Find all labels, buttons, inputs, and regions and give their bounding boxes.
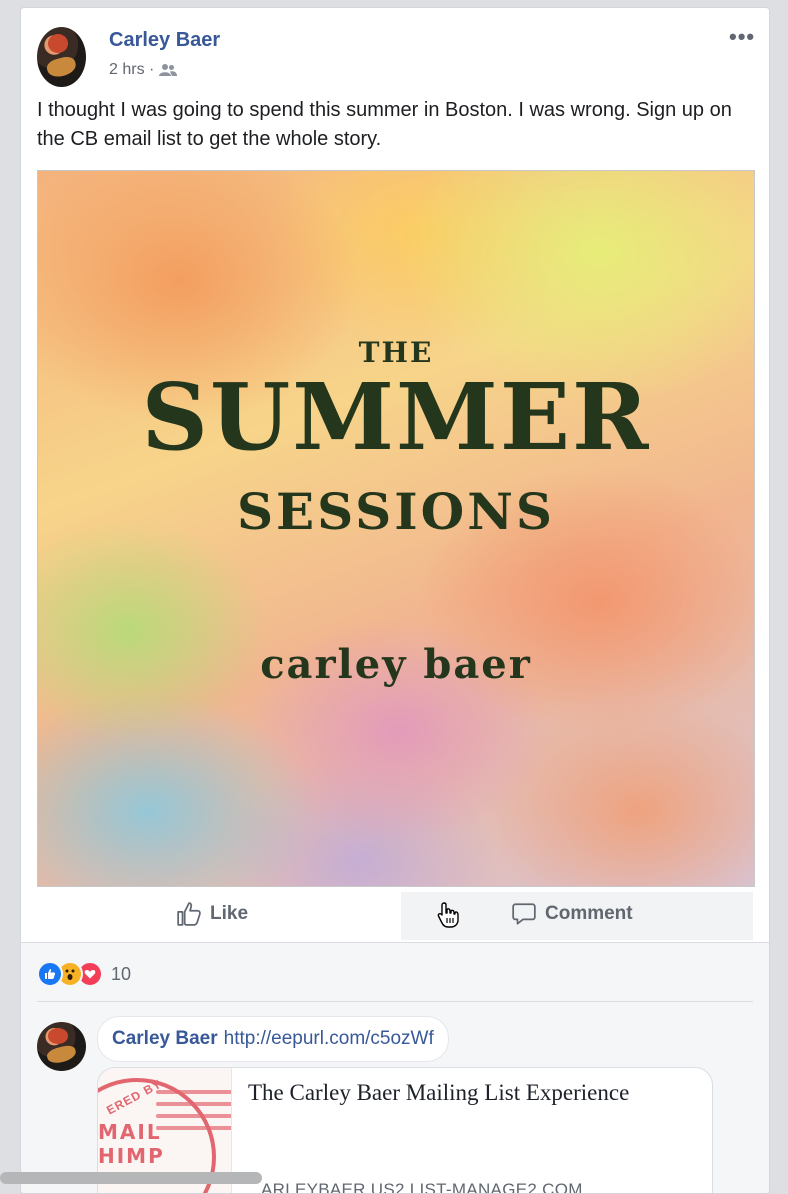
reaction-count: 10: [111, 963, 132, 984]
more-options-button[interactable]: •••: [729, 24, 755, 50]
friends-icon: [159, 64, 178, 76]
like-reaction-icon: [37, 961, 63, 987]
artwork-summer: SUMMER: [141, 363, 651, 471]
post-author-name[interactable]: Carley Baer: [109, 29, 220, 52]
thumbs-up-icon: [177, 902, 201, 926]
artwork-sessions: SESSIONS: [236, 482, 556, 541]
comment-label: Comment: [545, 903, 633, 924]
post-card: Carley Baer 2 hrs · ••• I thought I was …: [20, 7, 770, 1194]
artwork-artist: carley baer: [260, 641, 532, 688]
avatar-hair: [47, 34, 69, 54]
post-image[interactable]: THE SUMMER SESSIONS carley baer: [37, 170, 755, 887]
link-preview-title[interactable]: The Carley Baer Mailing List Experience: [248, 1080, 698, 1106]
reactions-section: 10 Carley Baer http://eepurl.com/c5ozWf …: [21, 943, 769, 1193]
reaction-summary[interactable]: 10: [37, 961, 131, 987]
stamp-wave: [156, 1090, 231, 1094]
author-avatar[interactable]: [37, 27, 86, 87]
horizontal-scrollbar[interactable]: [0, 1172, 262, 1184]
avatar-hair: [47, 1027, 69, 1044]
hand-cursor-icon: [437, 902, 459, 928]
stamp-wave: [156, 1126, 231, 1130]
stamp-wave: [156, 1114, 231, 1118]
stamp-text: MAIL HIMP: [98, 1120, 165, 1168]
stamp-line-chimp: HIMP: [98, 1144, 165, 1168]
action-bar: Like Comment: [21, 890, 769, 943]
comment-link[interactable]: http://eepurl.com/c5ozWf: [224, 1028, 434, 1050]
avatar-guitar: [45, 1043, 78, 1066]
comment-avatar[interactable]: [37, 1022, 86, 1071]
avatar-guitar: [44, 54, 79, 80]
comment-bubble: Carley Baer http://eepurl.com/c5ozWf: [97, 1016, 449, 1062]
like-button[interactable]: Like: [176, 890, 248, 938]
post-text: I thought I was going to spend this summ…: [37, 99, 732, 150]
post-meta: 2 hrs ·: [109, 61, 178, 79]
comment-icon: [512, 903, 536, 925]
stamp-line-mail: MAIL: [98, 1120, 162, 1144]
like-label: Like: [210, 903, 249, 924]
stamp-wave: [156, 1102, 231, 1106]
comment-author[interactable]: Carley Baer: [112, 1028, 218, 1050]
post-timestamp[interactable]: 2 hrs ·: [109, 61, 154, 79]
comment-button[interactable]: Comment: [511, 890, 633, 938]
section-divider: [37, 1001, 753, 1002]
